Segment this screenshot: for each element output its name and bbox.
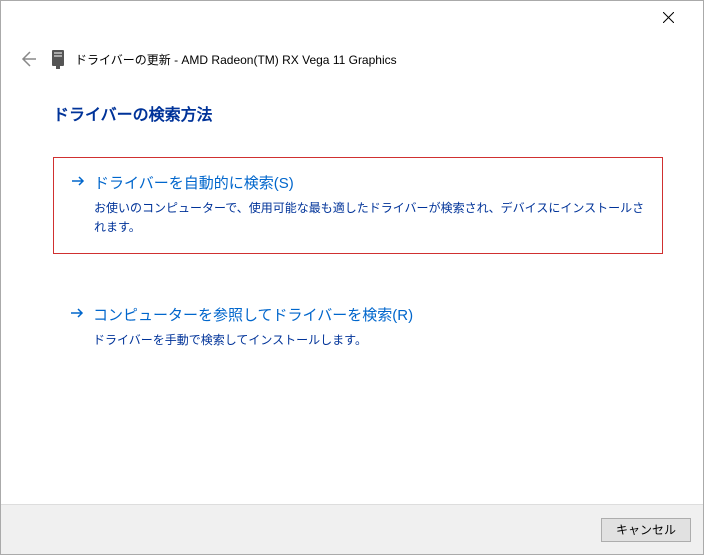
arrow-right-icon [69,305,85,324]
option-title: コンピューターを参照してドライバーを検索(R) [93,304,413,325]
dialog-footer: キャンセル [1,504,703,554]
titlebar [1,1,703,33]
arrow-right-icon [70,173,86,192]
cancel-button[interactable]: キャンセル [601,518,691,542]
option-description: ドライバーを手動で検索してインストールします。 [93,331,647,350]
dialog-content: ドライバーの検索方法 ドライバーを自動的に検索(S) お使いのコンピューターで、… [1,91,703,367]
option-title: ドライバーを自動的に検索(S) [94,172,294,193]
dialog-title: ドライバーの更新 - AMD Radeon(TM) RX Vega 11 Gra… [75,51,397,68]
option-row: コンピューターを参照してドライバーを検索(R) [69,304,647,325]
back-arrow-icon [18,50,36,68]
back-button[interactable] [13,45,41,73]
dialog-header: ドライバーの更新 - AMD Radeon(TM) RX Vega 11 Gra… [1,33,703,91]
option-browse-computer[interactable]: コンピューターを参照してドライバーを検索(R) ドライバーを手動で検索してインス… [53,290,663,366]
option-auto-search[interactable]: ドライバーを自動的に検索(S) お使いのコンピューターで、使用可能な最も適したド… [53,157,663,254]
page-heading: ドライバーの検索方法 [53,101,663,125]
option-description: お使いのコンピューターで、使用可能な最も適したドライバーが検索され、デバイスにイ… [94,199,646,237]
close-button[interactable] [645,1,691,33]
option-row: ドライバーを自動的に検索(S) [70,172,646,193]
close-icon [663,12,674,23]
device-icon [49,50,67,68]
